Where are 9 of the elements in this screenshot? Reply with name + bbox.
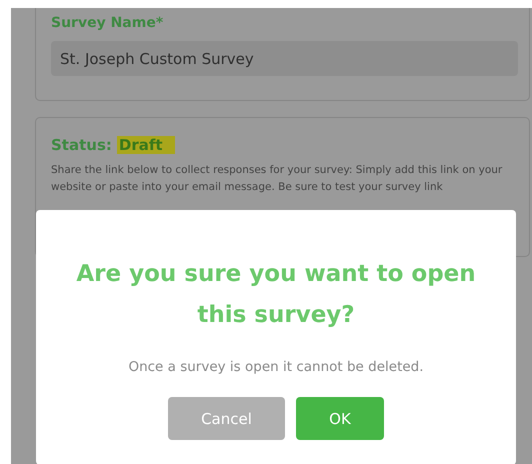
dialog-title: Are you sure you want to open this survey? bbox=[75, 260, 477, 330]
status-description: Share the link below to collect responses for your survey: Simply add this link on your website or paste into your email message. Be sure to test your survey link bbox=[51, 163, 504, 195]
status-value: Draft bbox=[116, 136, 175, 154]
dialog-message: Once a survey is open it cannot be deleted. bbox=[128, 359, 424, 375]
ok-button[interactable]: OK bbox=[296, 397, 384, 440]
status-label: Status: bbox=[51, 136, 112, 154]
survey-name-field[interactable]: St. Joseph Custom Survey bbox=[51, 41, 518, 76]
field-label: Survey Name* bbox=[51, 15, 164, 31]
cancel-button[interactable]: Cancel bbox=[168, 397, 285, 440]
